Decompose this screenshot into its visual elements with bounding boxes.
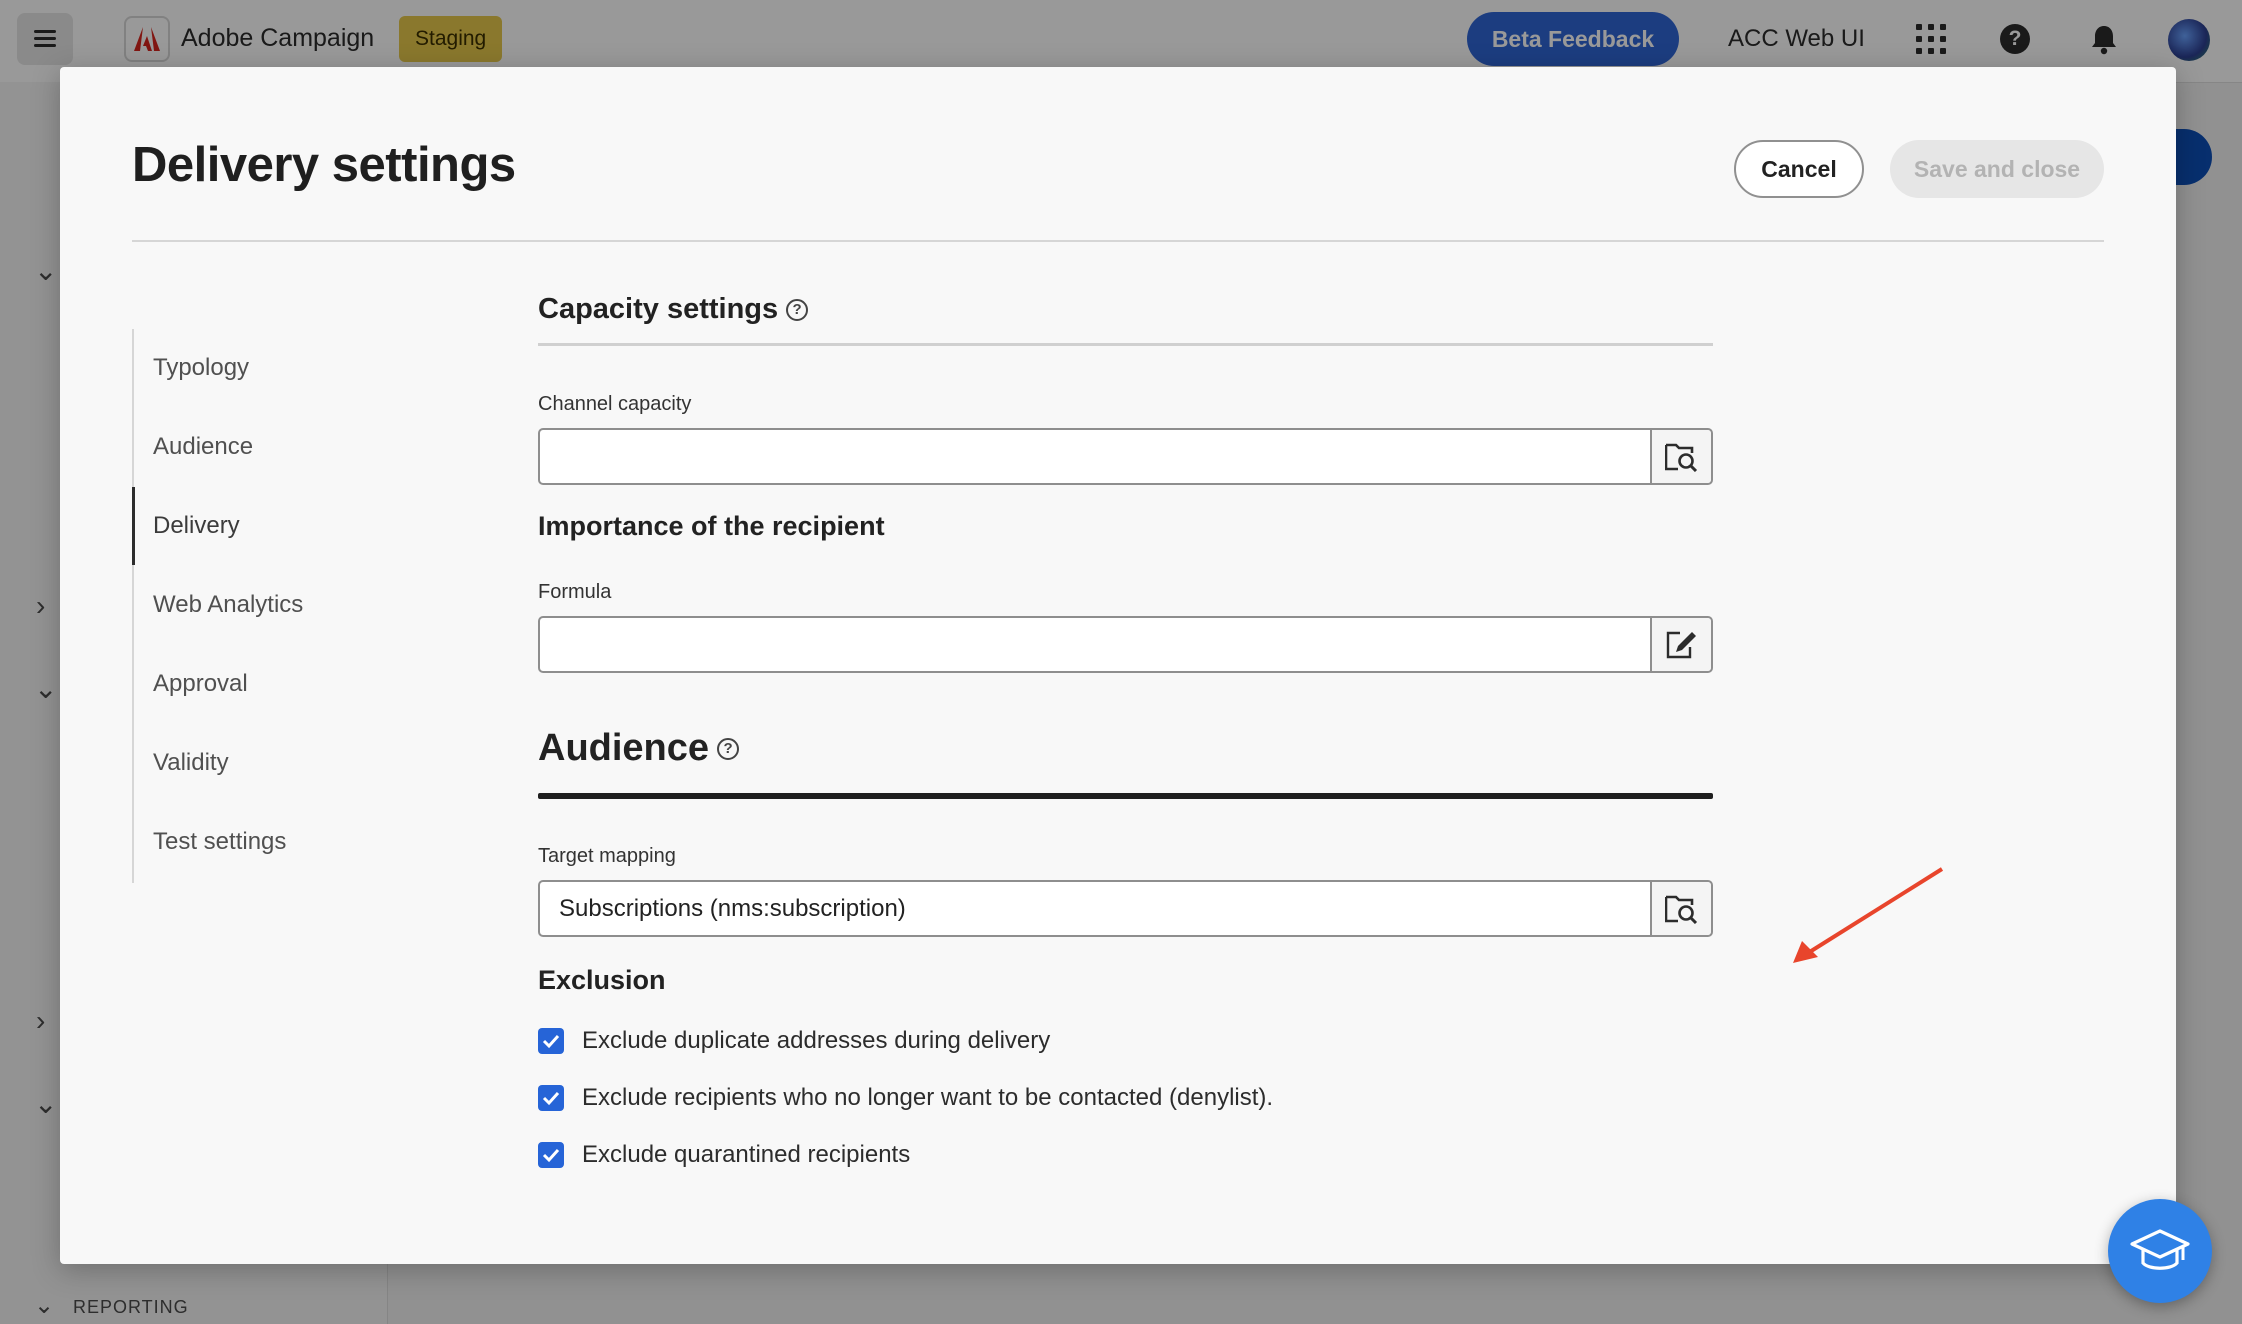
nav-item-typology[interactable]: Typology <box>132 329 412 407</box>
help-circle-icon[interactable]: ? <box>786 298 809 321</box>
target-mapping-field <box>538 880 1713 937</box>
folder-search-icon[interactable] <box>1650 430 1711 483</box>
save-and-close-button[interactable]: Save and close <box>1890 140 2104 198</box>
nav-item-approval[interactable]: Approval <box>132 645 412 723</box>
target-mapping-input[interactable] <box>540 882 1652 935</box>
formula-field <box>538 616 1713 673</box>
channel-capacity-input[interactable] <box>540 430 1652 483</box>
checkbox-checked[interactable] <box>538 1085 564 1111</box>
exclusion-option[interactable]: Exclude quarantined recipients <box>538 1141 910 1169</box>
section-divider <box>538 793 1713 799</box>
nav-item-validity[interactable]: Validity <box>132 724 412 802</box>
nav-item-delivery[interactable]: Delivery <box>132 487 412 565</box>
section-divider <box>538 343 1713 346</box>
cancel-button[interactable]: Cancel <box>1734 140 1864 198</box>
delivery-settings-dialog: Delivery settings Cancel Save and close … <box>60 67 2176 1264</box>
folder-search-icon[interactable] <box>1650 882 1711 935</box>
channel-capacity-label: Channel capacity <box>538 393 692 415</box>
help-circle-icon[interactable]: ? <box>717 737 740 760</box>
checkbox-checked[interactable] <box>538 1028 564 1054</box>
formula-input[interactable] <box>540 618 1652 671</box>
edit-icon[interactable] <box>1650 618 1711 671</box>
divider <box>132 240 2104 242</box>
checkbox-checked[interactable] <box>538 1142 564 1168</box>
channel-capacity-field <box>538 428 1713 485</box>
nav-item-audience[interactable]: Audience <box>132 408 412 486</box>
exclusion-label: Exclude recipients who no longer want to… <box>582 1084 1274 1111</box>
exclusion-label: Exclude duplicate addresses during deliv… <box>582 1027 1051 1054</box>
dialog-title: Delivery settings <box>132 138 516 192</box>
exclusion-option[interactable]: Exclude recipients who no longer want to… <box>538 1084 1273 1112</box>
target-mapping-label: Target mapping <box>538 845 676 867</box>
exclusion-option[interactable]: Exclude duplicate addresses during deliv… <box>538 1027 1050 1055</box>
capacity-settings-heading: Capacity settings ? <box>538 293 809 326</box>
audience-heading: Audience ? <box>538 727 740 770</box>
formula-label: Formula <box>538 581 612 603</box>
audience-title: Audience <box>538 727 710 769</box>
importance-heading: Importance of the recipient <box>538 511 885 541</box>
nav-item-web-analytics[interactable]: Web Analytics <box>132 566 412 644</box>
exclusion-label: Exclude quarantined recipients <box>582 1141 911 1168</box>
annotation-arrow <box>1793 867 1944 963</box>
exclusion-heading: Exclusion <box>538 965 666 995</box>
capacity-settings-title: Capacity settings <box>538 293 779 325</box>
nav-item-test-settings[interactable]: Test settings <box>132 803 412 881</box>
learn-graduation-cap-icon[interactable] <box>2108 1199 2212 1303</box>
